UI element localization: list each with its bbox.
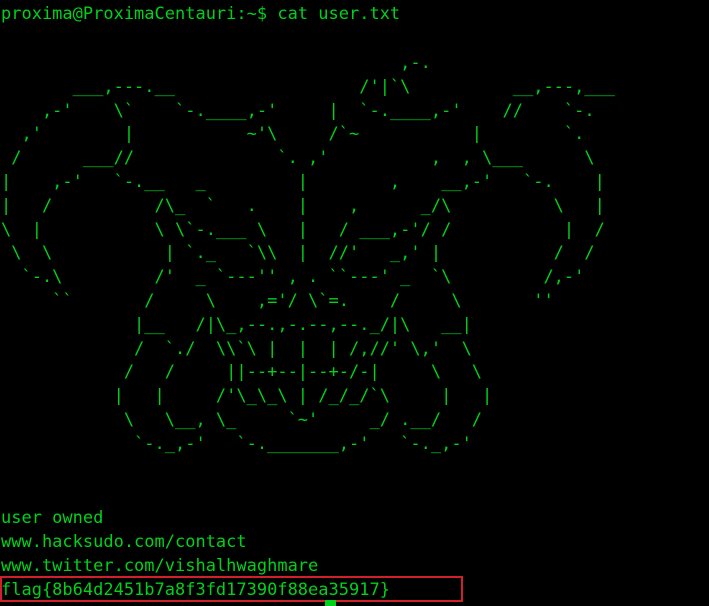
ascii-art-line: | / /\_ ` . | , _/\ \ |	[1, 195, 605, 216]
ascii-art-line: `-._,-' `-._______,-' `-._,-'	[1, 433, 472, 454]
ascii-art-line: / / ||--+--|--+-/-| \ \	[1, 362, 483, 383]
output-twitter-url: www.twitter.com/vishalhwaghmare	[1, 556, 319, 576]
ascii-art-banner: ,-. ___,---.__ /'|`\ __,---,___ ,-' \` `…	[1, 52, 615, 457]
command-prompt-line: proxima@ProximaCentauri:~$ cat user.txt	[1, 4, 401, 24]
ascii-art-line: ___,---.__ /'|`\ __,---,___	[1, 76, 616, 97]
output-contact-url: www.hacksudo.com/contact	[1, 532, 247, 552]
ascii-art-line: ,-.	[1, 53, 431, 73]
ascii-art-line: | ,-' `-.__ _ | , __,-' `-. |	[1, 171, 605, 192]
ascii-art-line: / ___// `. ,' , , \___ \	[1, 148, 595, 169]
ascii-art-line: `` / \ ,='/ \`=. / \ ''	[1, 290, 554, 311]
ascii-art-line: |__ /|\_,--.,-.--,--._/|\ __|	[1, 314, 472, 335]
ascii-art-line: | | /'\_\_\ | /_/_/`\ | |	[1, 386, 493, 407]
terminal-window[interactable]: proxima@ProximaCentauri:~$ cat user.txt …	[0, 0, 709, 606]
output-user-owned: user owned	[1, 508, 104, 528]
ascii-art-line: \ | \ \`-.___ \ | / ___,-'/ / | /	[1, 219, 605, 240]
ascii-art-line: `-.\ /' _ `---'' , . ``---' _ `\ /,-'	[1, 267, 585, 288]
ascii-art-line: / `./ \\`\ | | | /,//' \,' \	[1, 338, 472, 359]
ascii-art-line: \ \__, \_ `~' _/ .__/ /	[1, 409, 483, 430]
ascii-art-line: ,' | ~'\ /`~ | `.	[1, 124, 585, 145]
terminal-cursor	[325, 600, 336, 606]
ascii-art-line: ,-' \` `-.____,-' | `-.____,-' // `-.	[1, 100, 595, 121]
flag-highlight-box	[0, 576, 463, 602]
ascii-art-line: \ \ | `._ `\\ | //' _,' | / /	[1, 243, 595, 264]
